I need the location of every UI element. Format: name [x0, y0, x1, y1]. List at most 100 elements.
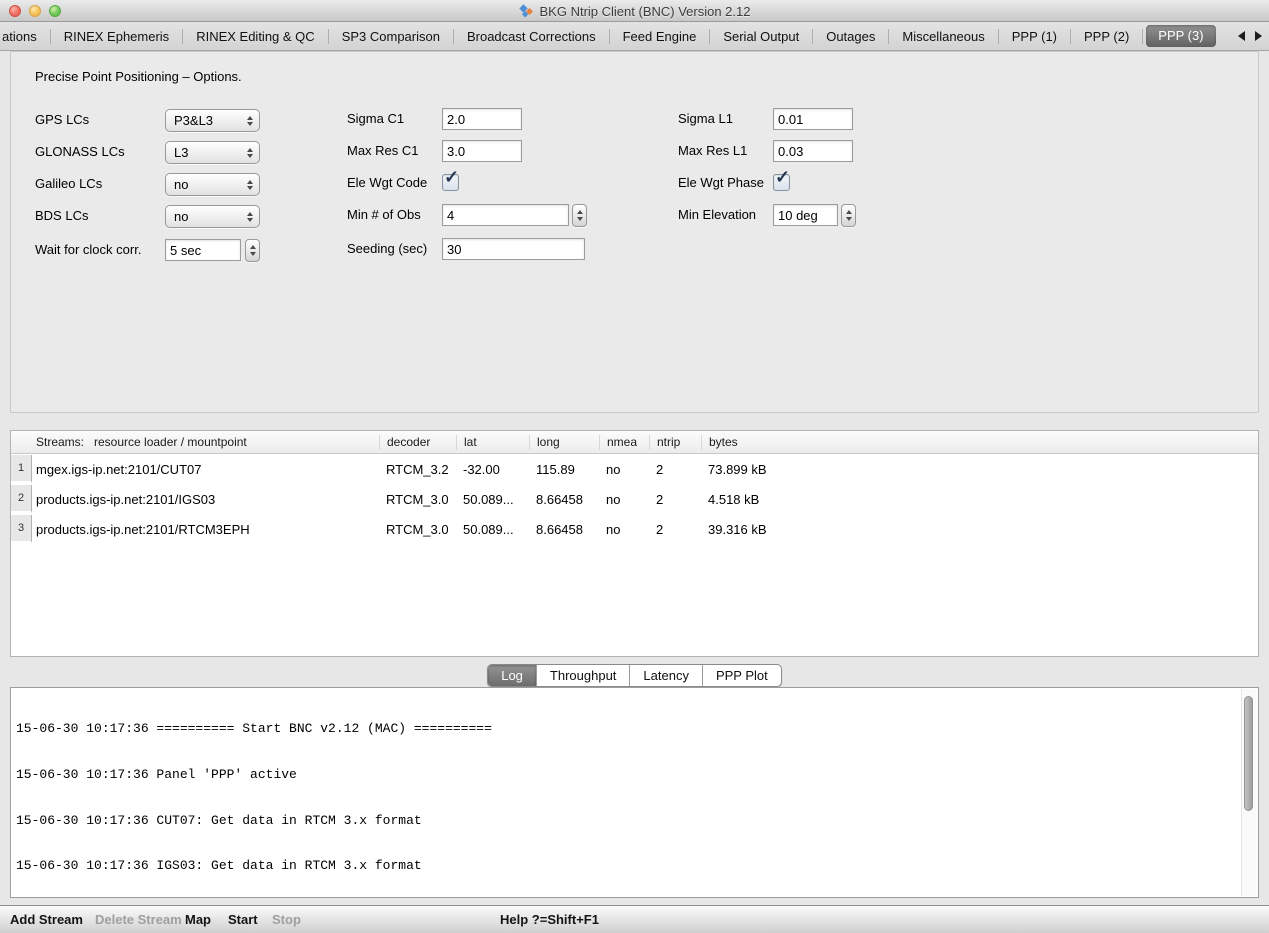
min-elevation-input[interactable]	[773, 204, 838, 226]
glonass-lcs-label: GLONASS LCs	[35, 141, 125, 163]
streams-table: Streams: resource loader / mountpoint de…	[10, 430, 1259, 657]
tab-scroll-right-button[interactable]	[1251, 26, 1266, 46]
gps-lcs-select[interactable]: P3&L3	[165, 109, 260, 132]
table-row[interactable]: 3 products.igs-ip.net:2101/RTCM3EPH RTCM…	[11, 514, 1258, 544]
cell-bytes: 73.899 kB	[701, 462, 1258, 477]
log-line: 15-06-30 10:17:36 ========== Start BNC v…	[16, 721, 1240, 736]
max-res-l1-input[interactable]	[773, 140, 853, 162]
log-line: 15-06-30 10:17:36 Panel 'PPP' active	[16, 767, 1240, 782]
help-shortcut-label: Help ?=Shift+F1	[500, 906, 599, 933]
galileo-lcs-select[interactable]: no	[165, 173, 260, 196]
log-scrollbar-thumb[interactable]	[1244, 696, 1253, 811]
tab-ppp-3[interactable]: PPP (3)	[1146, 25, 1215, 47]
tab-truncated-ations[interactable]: ations	[0, 22, 50, 51]
tab-ppp-plot[interactable]: PPP Plot	[702, 665, 781, 686]
ele-wgt-code-checkbox[interactable]: ✓	[442, 174, 459, 191]
panel-title: Precise Point Positioning – Options.	[35, 66, 242, 88]
map-button[interactable]: Map	[185, 906, 211, 933]
tab-feed-engine[interactable]: Feed Engine	[610, 22, 710, 51]
cell-mountpoint: products.igs-ip.net:2101/RTCM3EPH	[32, 522, 379, 537]
tab-latency[interactable]: Latency	[629, 665, 702, 686]
tab-broadcast-corrections[interactable]: Broadcast Corrections	[454, 22, 609, 51]
min-obs-label: Min # of Obs	[347, 204, 421, 226]
tab-outages[interactable]: Outages	[813, 22, 888, 51]
header-bytes[interactable]: bytes	[701, 435, 1258, 450]
header-mountpoint[interactable]: Streams: resource loader / mountpoint	[11, 435, 379, 450]
min-elevation-stepper[interactable]	[841, 204, 856, 227]
table-row[interactable]: 2 products.igs-ip.net:2101/IGS03 RTCM_3.…	[11, 484, 1258, 514]
tab-sp3-comparison[interactable]: SP3 Comparison	[329, 22, 453, 51]
cell-long: 115.89	[529, 462, 599, 477]
checkmark-icon: ✓	[775, 167, 790, 188]
tab-ppp-1[interactable]: PPP (1)	[999, 22, 1070, 51]
max-res-c1-label: Max Res C1	[347, 140, 419, 162]
cell-ntrip: 2	[649, 462, 701, 477]
sigma-c1-input[interactable]	[442, 108, 522, 130]
stepper-down-icon	[577, 217, 583, 221]
min-obs-stepper[interactable]	[572, 204, 587, 227]
bds-lcs-select[interactable]: no	[165, 205, 260, 228]
tab-rinex-editing-qc[interactable]: RINEX Editing & QC	[183, 22, 328, 51]
log-line: 15-06-30 10:17:36 IGS03: Get data in RTC…	[16, 858, 1240, 873]
tab-rinex-ephemeris[interactable]: RINEX Ephemeris	[51, 22, 182, 51]
header-lat[interactable]: lat	[456, 435, 529, 450]
app-icon	[519, 4, 534, 18]
ele-wgt-code-label: Ele Wgt Code	[347, 172, 427, 194]
seeding-input[interactable]	[442, 238, 585, 260]
cell-lat: 50.089...	[456, 522, 529, 537]
glonass-lcs-select[interactable]: L3	[165, 141, 260, 164]
tab-serial-output[interactable]: Serial Output	[710, 22, 812, 51]
tab-scroll-arrows	[1234, 26, 1266, 46]
select-arrows-icon	[242, 116, 258, 126]
cell-lat: 50.089...	[456, 492, 529, 507]
tab-throughput[interactable]: Throughput	[536, 665, 630, 686]
sigma-c1-label: Sigma C1	[347, 108, 404, 130]
main-tab-bar: ations RINEX Ephemeris RINEX Editing & Q…	[0, 22, 1269, 51]
cell-nmea: no	[599, 462, 649, 477]
header-nmea[interactable]: nmea	[599, 435, 649, 450]
ppp-options-panel	[10, 51, 1259, 413]
view-tab-bar: Log Throughput Latency PPP Plot	[0, 664, 1269, 687]
galileo-lcs-label: Galileo LCs	[35, 173, 102, 195]
bottom-toolbar: Add Stream Delete Stream Map Start Stop …	[0, 905, 1269, 933]
cell-bytes: 4.518 kB	[701, 492, 1258, 507]
select-arrows-icon	[242, 180, 258, 190]
min-obs-input[interactable]	[442, 204, 569, 226]
row-number: 3	[11, 515, 32, 543]
sigma-l1-input[interactable]	[773, 108, 853, 130]
cell-mountpoint: products.igs-ip.net:2101/IGS03	[32, 492, 379, 507]
cell-long: 8.66458	[529, 492, 599, 507]
cell-long: 8.66458	[529, 522, 599, 537]
table-row[interactable]: 1 mgex.igs-ip.net:2101/CUT07 RTCM_3.2 -3…	[11, 454, 1258, 484]
cell-nmea: no	[599, 522, 649, 537]
add-stream-button[interactable]: Add Stream	[10, 906, 83, 933]
ele-wgt-phase-checkbox[interactable]: ✓	[773, 174, 790, 191]
streams-table-header: Streams: resource loader / mountpoint de…	[11, 431, 1258, 454]
wait-clock-stepper[interactable]	[245, 239, 260, 262]
cell-ntrip: 2	[649, 492, 701, 507]
stepper-down-icon	[250, 252, 256, 256]
view-tab-segment: Log Throughput Latency PPP Plot	[487, 664, 782, 687]
header-long[interactable]: long	[529, 435, 599, 450]
cell-mountpoint: mgex.igs-ip.net:2101/CUT07	[32, 462, 379, 477]
tab-log[interactable]: Log	[488, 665, 536, 686]
max-res-c1-input[interactable]	[442, 140, 522, 162]
header-decoder[interactable]: decoder	[379, 435, 456, 450]
row-number: 2	[11, 485, 32, 513]
gps-lcs-label: GPS LCs	[35, 109, 89, 131]
tab-scroll-left-button[interactable]	[1234, 26, 1249, 46]
wait-clock-input[interactable]	[165, 239, 241, 261]
select-arrows-icon	[242, 148, 258, 158]
wait-clock-label: Wait for clock corr.	[35, 239, 141, 261]
tab-miscellaneous[interactable]: Miscellaneous	[889, 22, 997, 51]
stepper-down-icon	[846, 217, 852, 221]
tab-ppp-2[interactable]: PPP (2)	[1071, 22, 1142, 51]
cell-decoder: RTCM_3.0	[379, 522, 456, 537]
cell-decoder: RTCM_3.2	[379, 462, 456, 477]
stop-button: Stop	[272, 906, 301, 933]
galileo-lcs-value: no	[166, 177, 242, 192]
header-ntrip[interactable]: ntrip	[649, 435, 701, 450]
title-bar: BKG Ntrip Client (BNC) Version 2.12	[0, 0, 1269, 22]
start-button[interactable]: Start	[228, 906, 258, 933]
log-scrollbar[interactable]	[1241, 689, 1257, 896]
